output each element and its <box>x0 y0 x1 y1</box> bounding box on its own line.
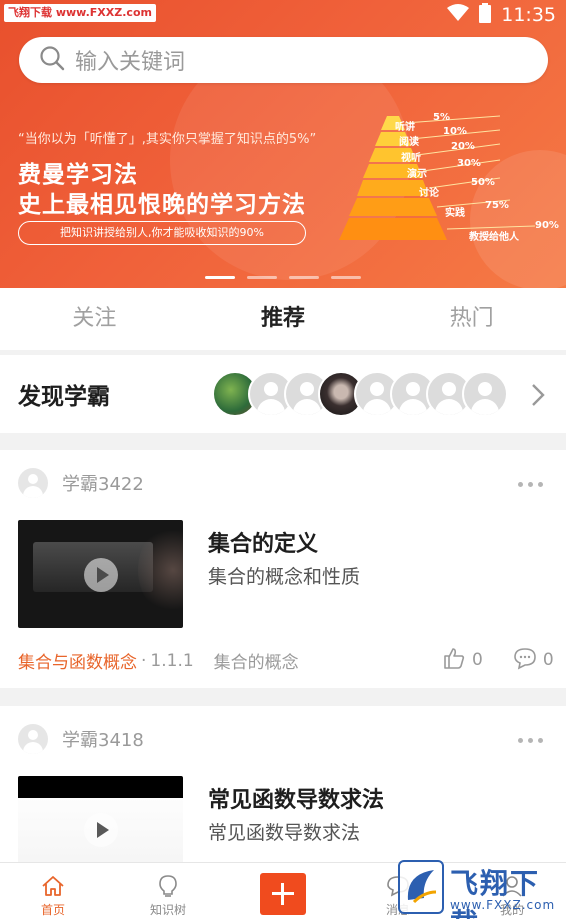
chevron-right-icon[interactable] <box>530 382 546 412</box>
nav-knowledge-tree-label: 知识树 <box>149 903 186 917</box>
comment-icon[interactable] <box>513 646 537 674</box>
more-options-icon[interactable] <box>518 482 543 487</box>
lightbulb-icon <box>158 874 178 902</box>
watermark-logo-icon <box>398 860 444 914</box>
search-icon <box>39 45 65 75</box>
video-thumbnail[interactable] <box>18 520 183 628</box>
carousel-dot[interactable] <box>205 276 235 279</box>
pyramid-label: 演示 <box>407 169 427 180</box>
post-title[interactable]: 常见函数导数求法 <box>208 782 384 814</box>
watermark-bottom: 飞翔下载 www.FXXZ.com <box>398 860 566 919</box>
username: 学霸3418 <box>62 730 144 751</box>
section-number: 1.1.1 <box>150 650 194 671</box>
like-count: 0 <box>472 650 483 670</box>
discover-top-students[interactable]: 发现学霸 <box>0 355 566 433</box>
post-description: 集合的概念和性质 <box>208 566 361 588</box>
post-author[interactable]: 学霸3422 <box>18 468 144 498</box>
pyramid-pct: 30% <box>457 158 481 169</box>
avatar-row <box>212 371 512 417</box>
pyramid-pct: 90% <box>535 220 559 231</box>
banner-headline-2: 史上最相见恨晚的学习方法 <box>18 192 306 218</box>
carousel-dot[interactable] <box>331 276 361 279</box>
battery-icon <box>479 3 492 27</box>
app-screen: 飞翔下载 www.FXXZ.com 11:35 输入关键词 “当你以为「听懂了」… <box>0 0 566 919</box>
nav-home-label: 首页 <box>40 903 65 917</box>
status-bar: 飞翔下载 www.FXXZ.com 11:35 <box>0 0 566 30</box>
meta-separator: · <box>141 650 147 671</box>
thumbnail-content <box>138 525 183 615</box>
pyramid-pct: 50% <box>471 177 495 188</box>
home-icon <box>41 875 65 901</box>
add-post-button[interactable] <box>260 873 306 915</box>
tab-recommended[interactable]: 推荐 <box>189 288 378 350</box>
avatar[interactable] <box>462 371 508 417</box>
pyramid-label: 听讲 <box>395 122 415 133</box>
discover-title: 发现学霸 <box>18 384 110 410</box>
pyramid-pct: 10% <box>443 126 467 137</box>
pyramid-label: 阅读 <box>399 137 419 148</box>
pyramid-pct: 75% <box>485 200 509 211</box>
user-avatar <box>18 468 48 498</box>
banner-quote: “当你以为「听懂了」,其实你只掌握了知识点的5%” <box>18 132 317 147</box>
banner-headline-1: 费曼学习法 <box>18 162 138 188</box>
carousel-dot[interactable] <box>289 276 319 279</box>
post-author[interactable]: 学霸3418 <box>18 724 144 754</box>
pyramid-label: 教授给他人 <box>469 232 519 243</box>
tab-follow[interactable]: 关注 <box>0 288 189 350</box>
more-options-icon[interactable] <box>518 738 543 743</box>
feed-post[interactable]: 学霸3422 集合的定义 集合的概念和性质 集合与函数概念 · 1.1.1 集合… <box>0 450 566 688</box>
post-meta: 集合与函数概念 · 1.1.1 集合的概念 <box>18 648 299 674</box>
pyramid-label: 讨论 <box>419 188 439 199</box>
post-actions: 0 0 <box>442 646 554 674</box>
search-bar[interactable]: 输入关键词 <box>19 37 548 83</box>
pyramid-pct: 20% <box>451 141 475 152</box>
carousel-indicator <box>205 276 361 279</box>
comment-count: 0 <box>542 650 554 670</box>
topic-label: 集合的概念 <box>213 653 299 673</box>
pyramid-pct: 5% <box>433 112 450 123</box>
status-icons: 11:35 <box>447 3 556 27</box>
wifi-icon <box>447 4 470 26</box>
feed-tabs: 关注 推荐 热门 <box>0 288 566 350</box>
banner-pill: 把知识讲授给别人,你才能吸收知识的90% <box>18 221 306 245</box>
user-avatar <box>18 724 48 754</box>
post-description: 常见函数导数求法 <box>208 822 361 844</box>
play-icon[interactable] <box>84 558 118 592</box>
tab-hot[interactable]: 热门 <box>377 288 566 350</box>
username: 学霸3422 <box>62 474 144 495</box>
search-placeholder: 输入关键词 <box>75 50 186 75</box>
carousel-dot[interactable] <box>247 276 277 279</box>
clock: 11:35 <box>501 4 556 26</box>
pyramid-label: 视听 <box>401 153 421 164</box>
chapter-tag[interactable]: 集合与函数概念 <box>18 648 137 673</box>
like-icon[interactable] <box>442 646 466 674</box>
watermark-top: 飞翔下载 www.FXXZ.com <box>4 4 156 22</box>
post-title[interactable]: 集合的定义 <box>208 526 318 558</box>
play-icon[interactable] <box>84 813 118 847</box>
promo-banner[interactable]: 飞翔下载 www.FXXZ.com 11:35 输入关键词 “当你以为「听懂了」… <box>0 0 566 288</box>
watermark-url: www.FXXZ.com <box>450 898 556 912</box>
pyramid-label: 实践 <box>445 208 465 219</box>
learning-pyramid: 听讲 5% 阅读 10% 视听 20% 演示 30% 讨论 50% 实践 75%… <box>325 108 565 258</box>
